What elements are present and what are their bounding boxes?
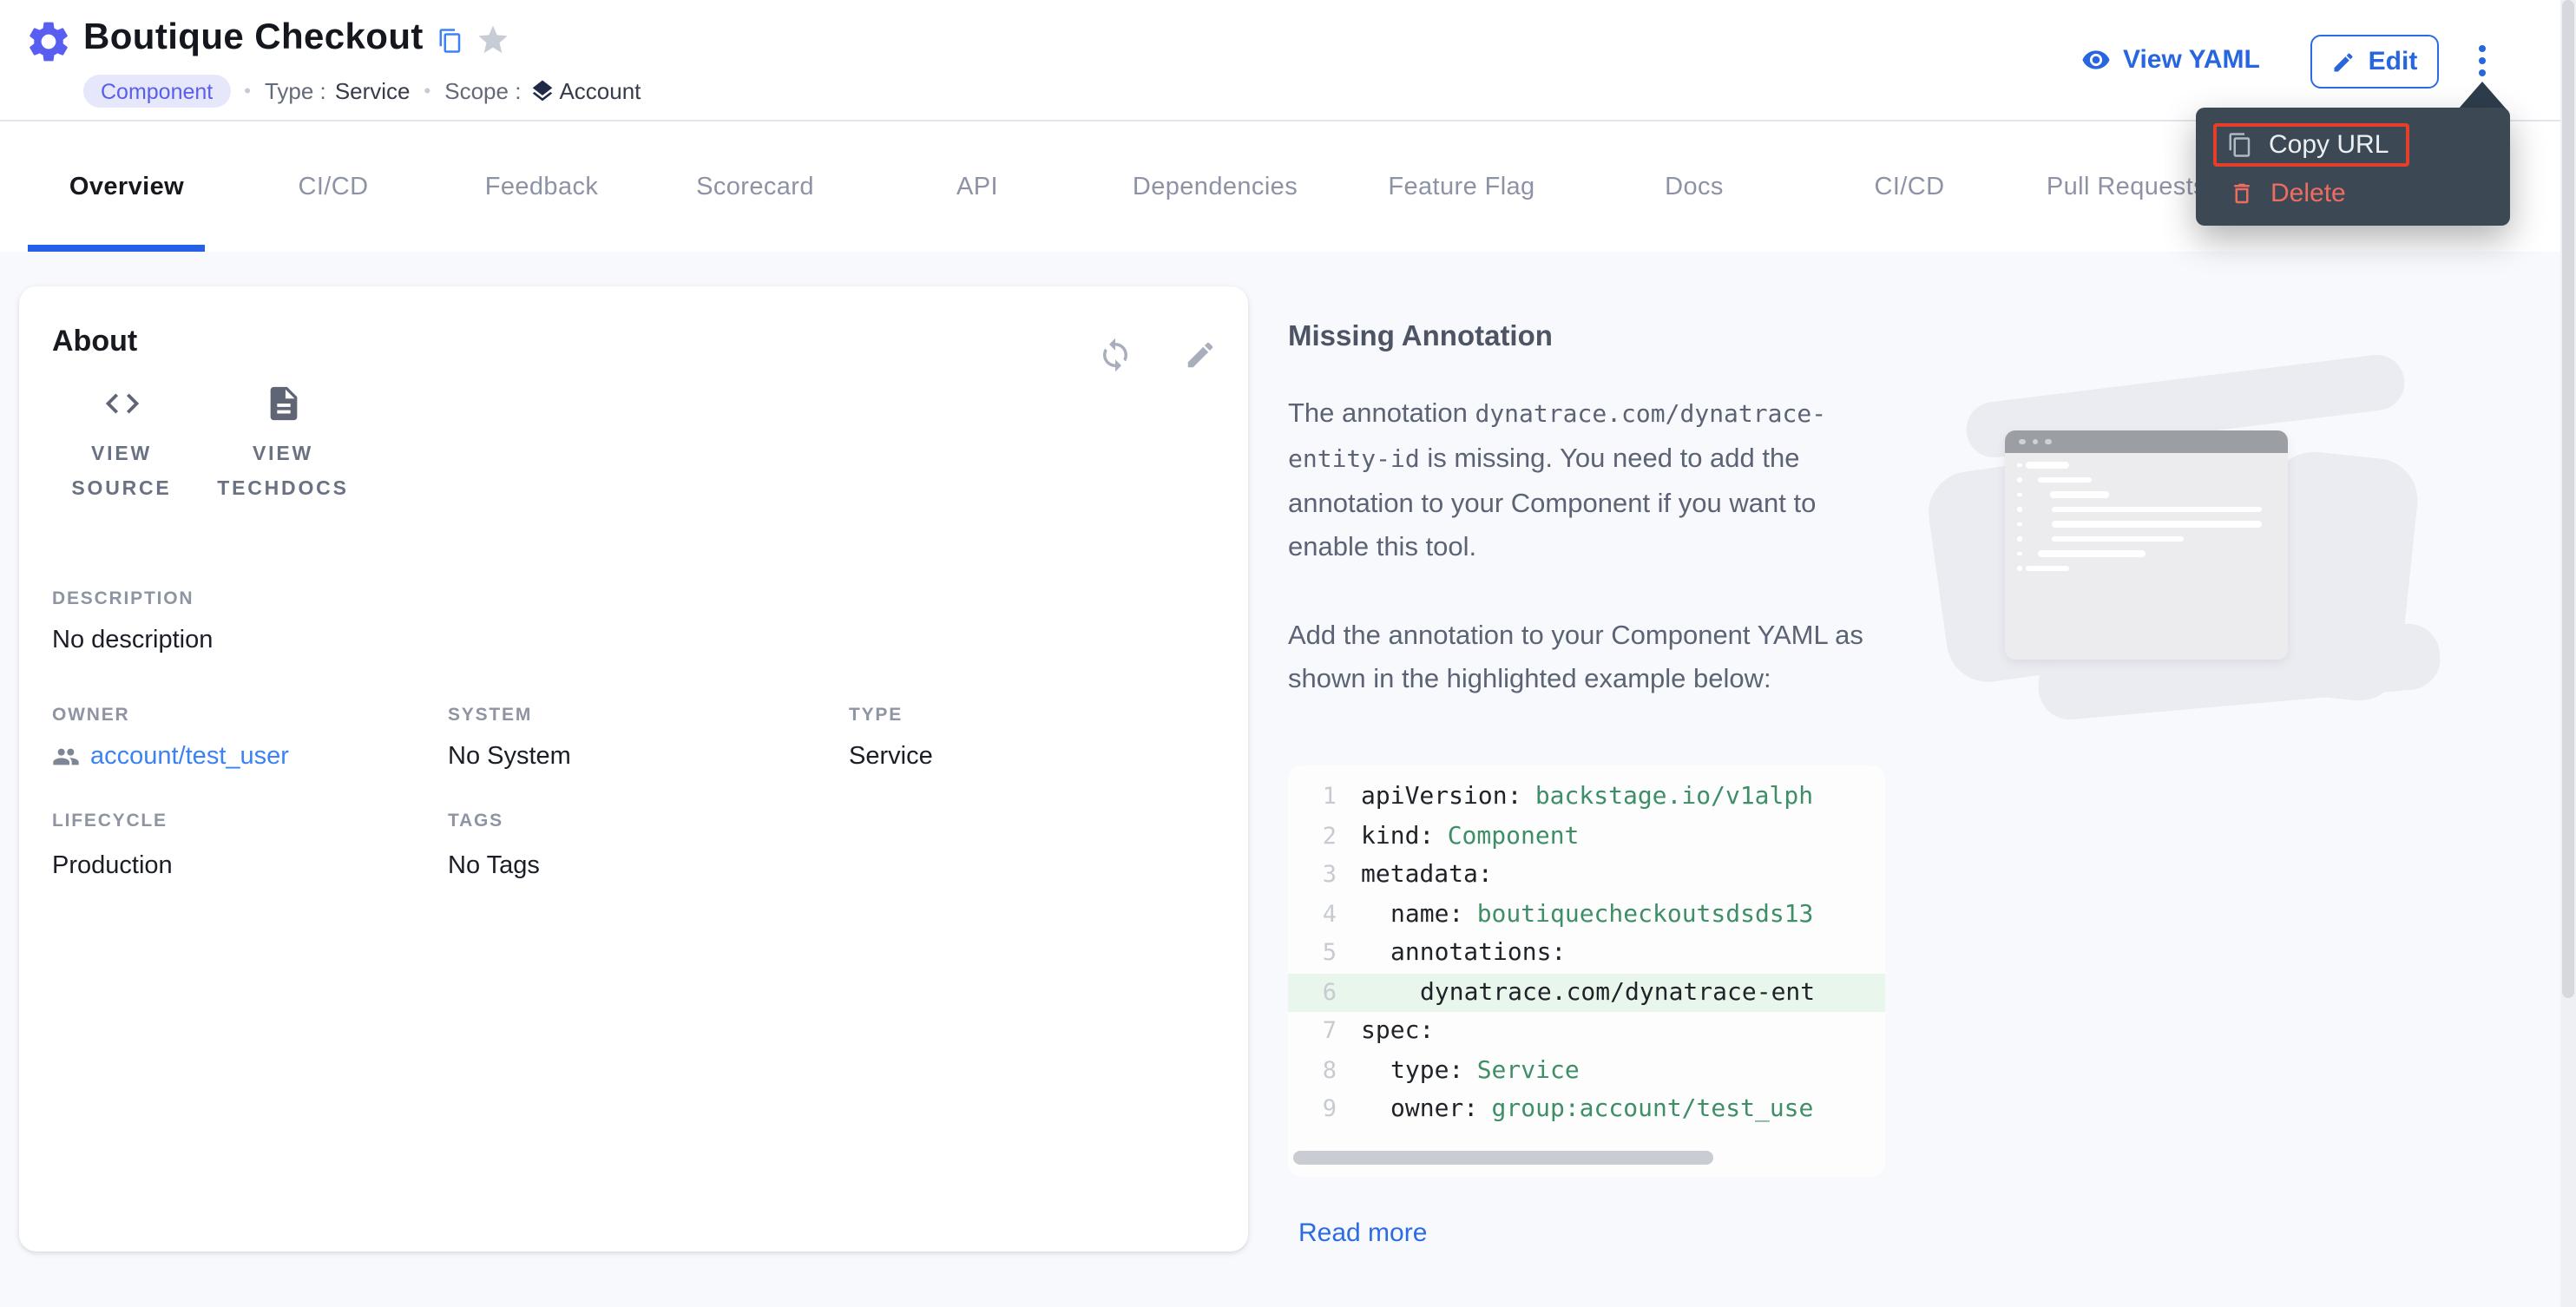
add-annotation-text: Add the annotation to your Component YAM… bbox=[1288, 614, 1889, 701]
copy-icon bbox=[2227, 132, 2253, 158]
view-yaml-button[interactable]: View YAML bbox=[2081, 45, 2260, 75]
window-titlebar bbox=[2005, 430, 2288, 453]
view-techdocs-label: VIEW TECHDOCS bbox=[203, 437, 363, 507]
menu-pointer-arrow bbox=[2458, 82, 2507, 109]
layers-icon bbox=[529, 78, 555, 104]
code-line: 9owner:group:account/test_use bbox=[1288, 1090, 1885, 1129]
code-line: 2kind:Component bbox=[1288, 817, 1885, 856]
page-title: Boutique Checkout bbox=[83, 17, 424, 59]
menu-item-delete[interactable]: Delete bbox=[2213, 179, 2493, 208]
lifecycle-value: Production bbox=[52, 852, 173, 880]
tab-feedback[interactable]: Feedback bbox=[437, 123, 646, 252]
read-more-link[interactable]: Read more bbox=[1298, 1218, 1427, 1248]
tab-feature-flag[interactable]: Feature Flag bbox=[1340, 123, 1583, 252]
entity-tabbar: Overview CI/CD Feedback Scorecard API De… bbox=[0, 123, 2576, 252]
tab-cicd-1[interactable]: CI/CD bbox=[229, 123, 437, 252]
tab-docs[interactable]: Docs bbox=[1583, 123, 1805, 252]
favorite-star-icon[interactable] bbox=[476, 23, 510, 57]
code-line: 3metadata: bbox=[1288, 856, 1885, 895]
description-value: No description bbox=[52, 627, 213, 654]
code-line: 8type:Service bbox=[1288, 1051, 1885, 1090]
entity-subtitle: Component • Type : Service • Scope : Acc… bbox=[83, 75, 641, 108]
entity-type: Type : Service bbox=[265, 78, 411, 104]
yaml-code-block: 1apiVersion:backstage.io/v1alph 2kind:Co… bbox=[1288, 765, 1885, 1177]
refresh-icon[interactable] bbox=[1097, 337, 1134, 373]
copy-url-label: Copy URL bbox=[2269, 130, 2389, 160]
tags-label: TAGS bbox=[448, 811, 503, 831]
separator-dot: • bbox=[244, 81, 251, 102]
tab-overview[interactable]: Overview bbox=[24, 123, 229, 252]
type-value: Service bbox=[335, 78, 411, 104]
scope-label: Scope : bbox=[444, 78, 521, 104]
tab-dependencies[interactable]: Dependencies bbox=[1090, 123, 1340, 252]
code-line: 4name:boutiquecheckoutsdsds13 bbox=[1288, 895, 1885, 934]
about-card-title: About bbox=[52, 325, 137, 359]
copy-entity-name-icon[interactable] bbox=[437, 28, 463, 54]
more-options-kebab-button[interactable] bbox=[2470, 36, 2494, 85]
code-line: 1apiVersion:backstage.io/v1alph bbox=[1288, 778, 1885, 817]
trash-icon bbox=[2229, 181, 2255, 207]
code-horizontal-scrollbar[interactable] bbox=[1293, 1151, 1713, 1165]
owner-link[interactable]: account/test_user bbox=[52, 743, 289, 771]
lifecycle-label: LIFECYCLE bbox=[52, 811, 168, 831]
people-icon bbox=[52, 743, 80, 771]
tab-api[interactable]: API bbox=[864, 123, 1090, 252]
component-gear-icon bbox=[24, 17, 73, 66]
view-source-label: VIEW SOURCE bbox=[54, 437, 189, 507]
kind-badge: Component bbox=[83, 75, 230, 108]
type-field-value: Service bbox=[849, 743, 933, 771]
entity-scope: Scope : Account bbox=[444, 78, 641, 104]
tab-cicd-2[interactable]: CI/CD bbox=[1805, 123, 2014, 252]
edit-about-icon[interactable] bbox=[1184, 338, 1217, 371]
active-tab-underline bbox=[28, 245, 205, 252]
system-label: SYSTEM bbox=[448, 705, 532, 726]
type-label: Type : bbox=[265, 78, 326, 104]
edit-button-label: Edit bbox=[2369, 47, 2418, 76]
view-yaml-label: View YAML bbox=[2123, 45, 2260, 75]
scope-value: Account bbox=[559, 78, 641, 104]
type-field-label: TYPE bbox=[849, 705, 903, 726]
edit-button[interactable]: Edit bbox=[2310, 35, 2439, 89]
code-line: 5annotations: bbox=[1288, 934, 1885, 973]
missing-annotation-title: Missing Annotation bbox=[1288, 321, 1889, 354]
editor-window-graphic bbox=[2005, 430, 2288, 660]
description-label: DESCRIPTION bbox=[52, 588, 194, 609]
code-line: 7spec: bbox=[1288, 1012, 1885, 1051]
menu-item-copy-url[interactable]: Copy URL bbox=[2213, 123, 2409, 167]
eye-icon bbox=[2081, 45, 2111, 75]
owner-label: OWNER bbox=[52, 705, 130, 726]
missing-annotation-panel: Missing Annotation The annotation dynatr… bbox=[1288, 321, 1889, 701]
code-window-illustration bbox=[1923, 365, 2444, 712]
owner-value: account/test_user bbox=[90, 743, 289, 771]
system-value: No System bbox=[448, 743, 571, 771]
tab-scorecard[interactable]: Scorecard bbox=[646, 123, 864, 252]
document-icon bbox=[263, 384, 303, 424]
code-line-highlighted: 6dynatrace.com/dynatrace-ent bbox=[1288, 973, 1885, 1012]
code-icon bbox=[102, 384, 141, 424]
separator-dot: • bbox=[424, 81, 431, 102]
entity-page: Boutique Checkout Component • Type : Ser… bbox=[0, 0, 2576, 1307]
page-scrollbar-track[interactable] bbox=[2560, 0, 2576, 1307]
pencil-icon bbox=[2332, 49, 2356, 74]
delete-label: Delete bbox=[2270, 179, 2346, 208]
page-scrollbar-thumb[interactable] bbox=[2562, 0, 2574, 998]
view-source-link[interactable]: VIEW SOURCE bbox=[54, 384, 189, 507]
about-card: About VIEW SOURCE VIEW TECHDOCS DESCRIPT… bbox=[19, 286, 1248, 1251]
entity-header: Boutique Checkout Component • Type : Ser… bbox=[0, 0, 2576, 122]
context-menu: Copy URL Delete bbox=[2196, 108, 2510, 226]
view-techdocs-link[interactable]: VIEW TECHDOCS bbox=[203, 384, 363, 507]
missing-annotation-text: The annotation dynatrace.com/dynatrace-e… bbox=[1288, 392, 1889, 569]
tags-value: No Tags bbox=[448, 852, 540, 880]
